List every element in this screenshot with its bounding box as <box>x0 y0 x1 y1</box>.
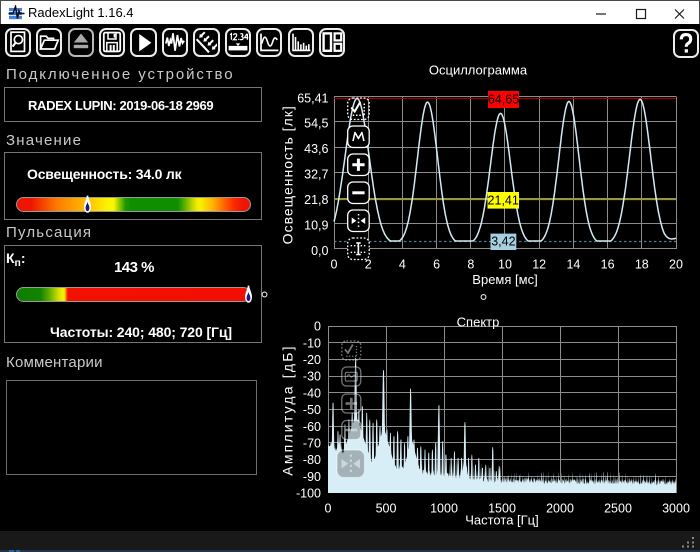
svg-text:-10: -10 <box>303 336 321 350</box>
svg-text:21,41: 21,41 <box>488 193 519 207</box>
svg-text:Осциллограмма: Осциллограмма <box>429 63 528 78</box>
svg-text:0: 0 <box>314 320 321 334</box>
svg-text:-70: -70 <box>303 437 321 451</box>
svg-text:-20: -20 <box>303 353 321 367</box>
svg-text:-80: -80 <box>303 453 321 467</box>
svg-text:-90: -90 <box>303 470 321 484</box>
svg-text:10: 10 <box>498 258 512 272</box>
svg-text:43,6: 43,6 <box>304 142 328 156</box>
svg-text:3000: 3000 <box>662 502 690 516</box>
svg-text:20: 20 <box>669 258 683 272</box>
svg-text:64,65: 64,65 <box>488 93 519 107</box>
svg-text:-30: -30 <box>303 370 321 384</box>
svg-text:1000: 1000 <box>430 502 458 516</box>
svg-text:12: 12 <box>532 258 546 272</box>
svg-text:Освещенность [лк]: Освещенность [лк] <box>280 105 296 244</box>
svg-text:0,0: 0,0 <box>311 244 328 258</box>
svg-text:2000: 2000 <box>546 502 574 516</box>
svg-text:-100: -100 <box>296 487 321 501</box>
svg-text:Спектр: Спектр <box>457 315 500 330</box>
svg-text:500: 500 <box>376 502 397 516</box>
svg-text:65,41: 65,41 <box>297 91 328 105</box>
svg-text:6: 6 <box>433 258 440 272</box>
svg-text:16: 16 <box>601 258 615 272</box>
svg-text:-40: -40 <box>303 386 321 400</box>
svg-text:14: 14 <box>566 258 580 272</box>
svg-text:3,42: 3,42 <box>491 235 515 249</box>
svg-text:54,5: 54,5 <box>304 117 328 131</box>
svg-text:2500: 2500 <box>604 502 632 516</box>
svg-text:-50: -50 <box>303 403 321 417</box>
svg-text:18: 18 <box>635 258 649 272</box>
svg-text:-60: -60 <box>303 420 321 434</box>
svg-text:8: 8 <box>467 258 474 272</box>
svg-text:4: 4 <box>399 258 406 272</box>
svg-text:Частота [Гц]: Частота [Гц] <box>465 513 539 528</box>
svg-text:0: 0 <box>325 502 332 516</box>
svg-text:32,7: 32,7 <box>304 168 328 182</box>
svg-text:10,9: 10,9 <box>304 218 328 232</box>
svg-text:Время [мс]: Время [мс] <box>472 272 537 287</box>
svg-text:Амплитуда [дБ]: Амплитуда [дБ] <box>280 344 296 475</box>
svg-text:0: 0 <box>331 258 338 272</box>
svg-text:21,8: 21,8 <box>304 193 328 207</box>
